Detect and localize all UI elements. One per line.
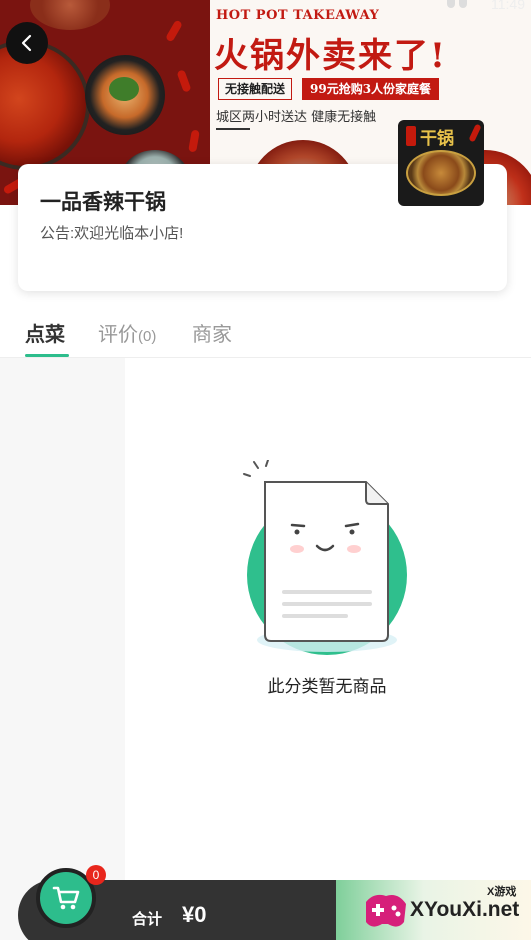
empty-state-message: 此分类暂无商品: [267, 677, 387, 696]
tab-active-indicator: [25, 354, 69, 357]
tab-bar: 点菜 评价(0) 商家: [0, 308, 531, 358]
tab-merchant[interactable]: 商家: [192, 318, 232, 347]
watermark-text: XYouXi.net: [410, 898, 520, 921]
back-button[interactable]: [6, 22, 48, 64]
gamepad-icon: [366, 894, 406, 927]
tab-order[interactable]: 点菜: [25, 318, 65, 347]
chevron-left-icon: [21, 34, 32, 52]
category-sidebar[interactable]: [0, 358, 125, 940]
cart-count-badge: 0: [86, 865, 106, 885]
store-logo[interactable]: 干锅: [398, 120, 484, 206]
store-logo-text: 干锅: [420, 129, 454, 149]
cart-total-label: 合计: [132, 911, 163, 928]
banner-title-en: HOT POT TAKEAWAY: [216, 8, 380, 23]
tab-reviews-label: 评价: [98, 324, 138, 346]
banner-tag-promo: 99元抢购3人份家庭餐: [302, 78, 440, 100]
tab-order-label: 点菜: [25, 324, 65, 346]
cart-total-value: ¥0: [182, 902, 207, 927]
dry-pot-image: [406, 150, 476, 196]
empty-document-illustration: [243, 460, 407, 655]
status-time: 11:49: [491, 0, 525, 12]
banner-subtitle: 城区两小时送达 健康无接触: [216, 110, 377, 125]
banner-divider: [216, 128, 250, 130]
banner-tag-contactless: 无接触配送: [218, 78, 293, 100]
store-notice: 公告:欢迎光临本小店!: [40, 225, 184, 242]
tab-reviews[interactable]: 评价(0): [98, 318, 156, 347]
tab-reviews-count: (0): [138, 328, 157, 345]
banner-title-cn: 火锅外卖来了!: [214, 36, 447, 76]
tab-merchant-label: 商家: [192, 324, 232, 346]
watermark-small-text: X游戏: [487, 886, 517, 898]
app-root: HOT POT TAKEAWAY 火锅外卖来了! 无接触配送 99元抢购3人份家…: [0, 0, 531, 940]
status-icons: [447, 0, 469, 8]
store-name: 一品香辣干锅: [40, 191, 166, 214]
shopping-cart-icon: [52, 886, 80, 910]
